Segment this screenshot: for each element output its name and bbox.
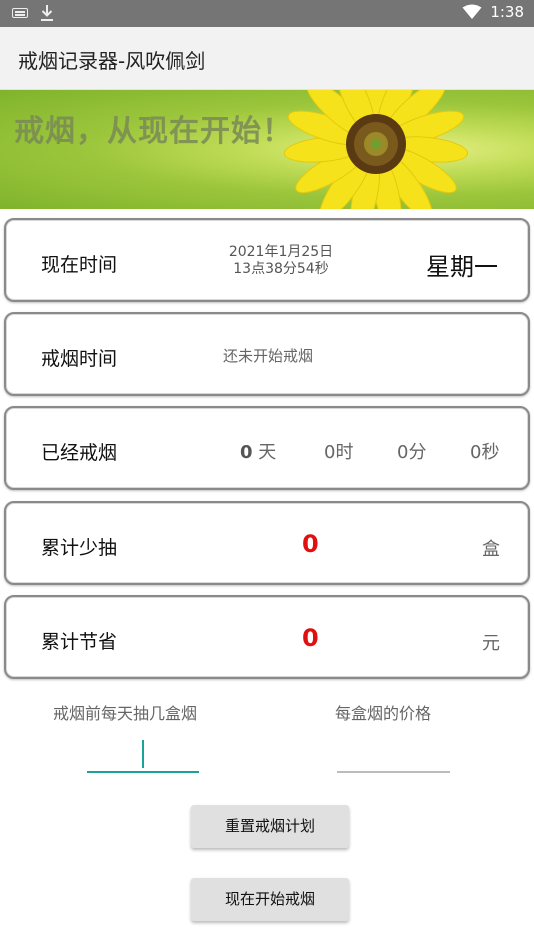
less-smoked-value: 0 bbox=[302, 530, 319, 558]
banner-image: 戒烟，从现在开始！ bbox=[0, 90, 534, 209]
elapsed-days-value: 0 bbox=[240, 442, 253, 463]
current-clock: 13点38分54秒 bbox=[233, 261, 329, 277]
reset-plan-button[interactable]: 重置戒烟计划 bbox=[191, 805, 349, 848]
weekday: 星期一 bbox=[426, 253, 498, 281]
elapsed-days: 0 天 bbox=[240, 438, 276, 464]
download-icon bbox=[41, 5, 53, 21]
current-datetime: 2021年1月25日 13点38分54秒 bbox=[216, 244, 346, 278]
less-smoked-unit: 盒 bbox=[482, 539, 500, 560]
app-bar: 戒烟记录器-风吹佩剑 bbox=[0, 27, 534, 90]
price-per-box-input[interactable] bbox=[337, 736, 450, 773]
current-time-label: 现在时间 bbox=[41, 254, 118, 276]
keyboard-icon bbox=[12, 8, 28, 18]
saved-unit: 元 bbox=[482, 633, 500, 654]
saved-card: 累计节省 0 元 bbox=[4, 595, 530, 679]
wifi-icon bbox=[462, 4, 482, 19]
elapsed-label: 已经戒烟 bbox=[41, 442, 118, 464]
quit-time-card: 戒烟时间 还未开始戒烟 bbox=[4, 312, 530, 396]
status-bar: 1:38 bbox=[0, 0, 534, 27]
saved-value: 0 bbox=[302, 624, 319, 652]
elapsed-card: 已经戒烟 0 天 0时 0分 0秒 bbox=[4, 406, 530, 490]
less-smoked-card: 累计少抽 0 盒 bbox=[4, 501, 530, 585]
start-quit-button[interactable]: 现在开始戒烟 bbox=[191, 878, 349, 921]
saved-label: 累计节省 bbox=[41, 631, 118, 653]
current-time-card: 现在时间 2021年1月25日 13点38分54秒 星期一 bbox=[4, 218, 530, 302]
elapsed-minutes: 0分 bbox=[397, 442, 427, 463]
elapsed-days-unit: 天 bbox=[258, 442, 277, 463]
elapsed-seconds: 0秒 bbox=[470, 442, 500, 463]
clock: 1:38 bbox=[490, 3, 524, 21]
app-title: 戒烟记录器-风吹佩剑 bbox=[18, 49, 206, 73]
less-smoked-label: 累计少抽 bbox=[41, 537, 118, 559]
quit-status: 还未开始戒烟 bbox=[223, 347, 314, 365]
elapsed-hours: 0时 bbox=[324, 442, 354, 463]
text-cursor bbox=[142, 740, 144, 768]
quit-time-label: 戒烟时间 bbox=[41, 348, 118, 370]
current-date: 2021年1月25日 bbox=[228, 244, 334, 260]
price-per-box-label: 每盒烟的价格 bbox=[335, 704, 432, 723]
banner-slogan: 戒烟，从现在开始！ bbox=[14, 114, 293, 149]
boxes-per-day-label: 戒烟前每天抽几盒烟 bbox=[53, 704, 198, 723]
